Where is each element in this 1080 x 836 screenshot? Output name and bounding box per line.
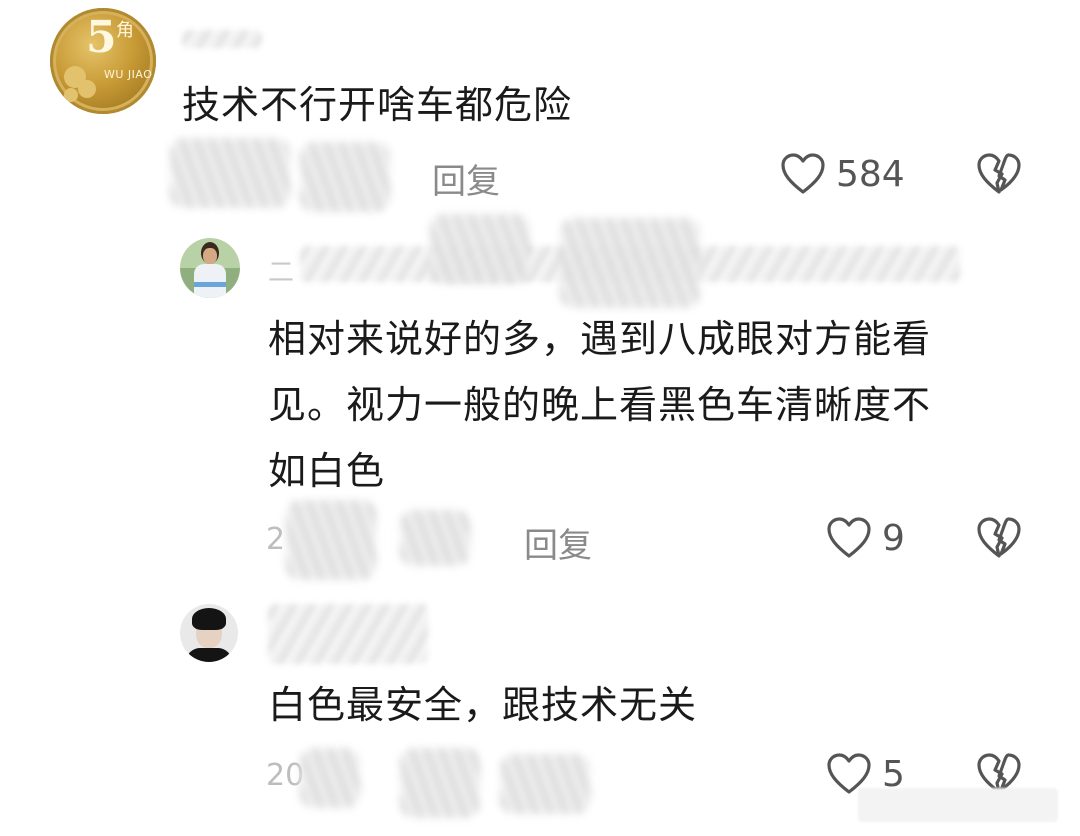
comment-date-redacted: [300, 748, 360, 808]
comment-location-redacted: [400, 510, 470, 566]
comment-text: 技术不行开啥车都危险: [182, 83, 573, 127]
comment-text-line: 见。视力一般的晚上看黑色车清晰度不: [268, 383, 932, 427]
redaction-scribble: [560, 218, 700, 308]
comment-text: 白色最安全，跟技术无关: [268, 683, 698, 727]
broken-heart-icon[interactable]: [976, 152, 1022, 200]
commenter-avatar-person[interactable]: [180, 238, 240, 298]
username-redacted[interactable]: [268, 604, 428, 664]
commenter-avatar-person[interactable]: [180, 604, 238, 662]
broken-heart-icon[interactable]: [976, 516, 1022, 564]
comment-date-partial: 2: [266, 522, 286, 557]
comment-date-redacted: [286, 500, 376, 580]
username-partial[interactable]: 二: [268, 252, 294, 289]
comment-location-redacted: [400, 748, 480, 818]
reply-button[interactable]: 回复: [524, 518, 592, 567]
heart-outline-icon[interactable]: [826, 516, 872, 564]
comment-location-redacted: [300, 142, 390, 212]
watermark-overlay: [858, 788, 1058, 822]
comment-text-line: 如白色: [268, 449, 386, 493]
reply-button[interactable]: 回复: [432, 154, 500, 203]
comment-text-line: 相对来说好的多，遇到八成眼对方能看: [268, 317, 932, 361]
like-count: 584: [836, 154, 905, 195]
like-count: 9: [882, 518, 905, 559]
comment-date-partial: 20: [266, 758, 305, 793]
username-redacted[interactable]: [182, 30, 262, 48]
commenter-avatar-coin[interactable]: 5 角 WU JIAO: [50, 8, 156, 114]
comment-date-redacted: [170, 138, 290, 208]
heart-outline-icon[interactable]: [780, 152, 826, 200]
redaction-scribble: [430, 214, 530, 284]
reply-button-redacted: [500, 754, 590, 814]
